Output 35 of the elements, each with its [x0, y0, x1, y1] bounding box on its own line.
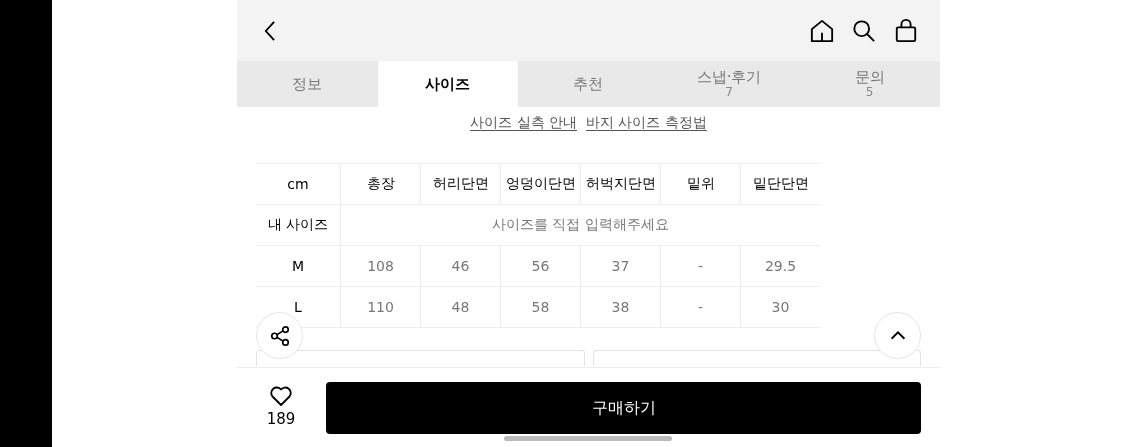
table-cell: 29.5 — [740, 246, 820, 286]
heart-icon[interactable] — [269, 385, 293, 407]
share-icon — [268, 324, 291, 347]
table-cell: 30 — [740, 287, 820, 327]
search-icon[interactable] — [852, 18, 876, 43]
size-input-field[interactable]: 사이즈를 직접 입력해주세요 — [340, 205, 820, 245]
like-count: 189 — [266, 410, 296, 428]
buy-button[interactable]: 구매하기 — [326, 382, 921, 434]
row-header: L — [293, 298, 303, 317]
table-cell: - — [660, 287, 740, 327]
table-cell: 110 — [340, 287, 420, 327]
row-header: 내 사이즈 — [266, 215, 330, 234]
column-header: 밑위 — [660, 164, 740, 204]
table-cell: 56 — [500, 246, 580, 286]
column-header: 엉덩이단면 — [500, 164, 580, 204]
table-cell: 37 — [580, 246, 660, 286]
share-button[interactable] — [256, 312, 303, 359]
column-header: 밑단단면 — [740, 164, 820, 204]
back-icon[interactable] — [263, 19, 276, 42]
table-cell: 38 — [580, 287, 660, 327]
table-cell: - — [660, 246, 740, 286]
shopping-bag-icon[interactable] — [894, 18, 918, 43]
table-cell: 58 — [500, 287, 580, 327]
column-header: 총장 — [340, 164, 420, 204]
tab[interactable]: 사이즈 — [377, 61, 519, 107]
column-header: 허벅지단면 — [580, 164, 660, 204]
row-header: M — [290, 257, 306, 276]
table-cell: 108 — [340, 246, 420, 286]
guide-link[interactable]: 바지 사이즈 측정법 — [586, 114, 707, 137]
home-icon[interactable] — [810, 18, 834, 43]
table-cell: 48 — [420, 287, 500, 327]
column-header: 허리단면 — [420, 164, 500, 204]
guide-link[interactable]: 사이즈 실측 안내 — [470, 114, 577, 137]
table-cell: 46 — [420, 246, 500, 286]
column-header: cm — [286, 175, 310, 194]
